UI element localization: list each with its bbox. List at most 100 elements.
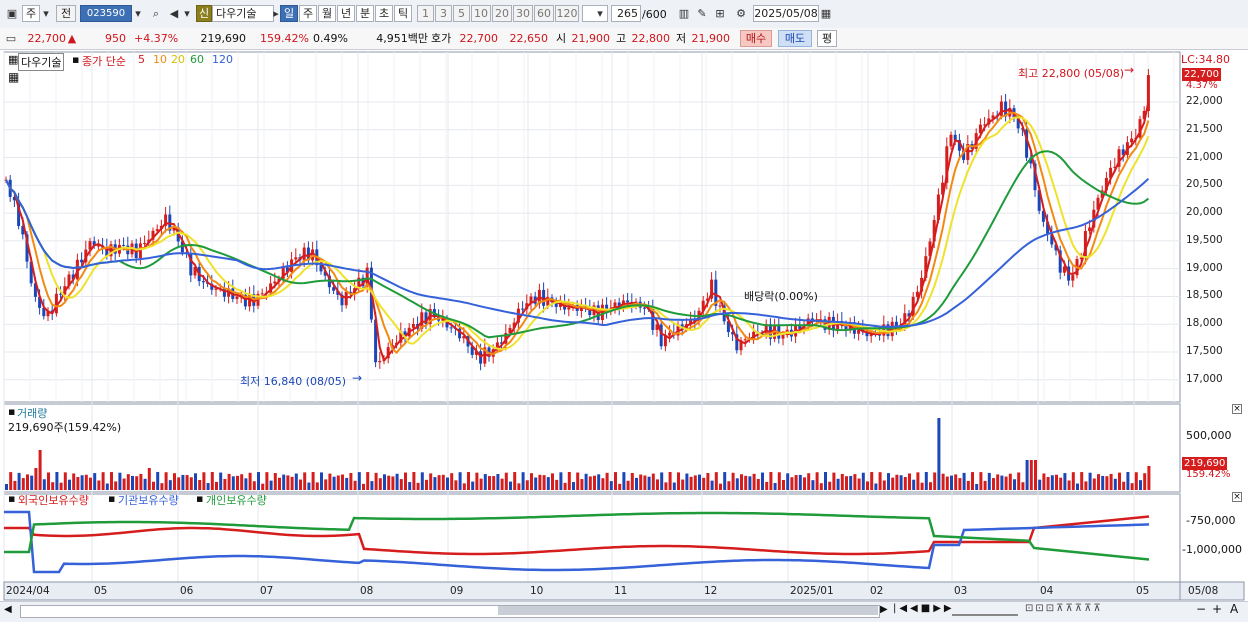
price-up-arrow-icon: ▲ xyxy=(67,32,77,45)
period-tick-tab[interactable]: 틱 xyxy=(394,5,412,22)
volume-bar xyxy=(924,472,928,490)
volume-bar xyxy=(93,473,97,490)
market-select[interactable]: 주 xyxy=(22,5,40,22)
panel-icon[interactable]: ▦ xyxy=(8,53,18,66)
period-minute-tab[interactable]: 분 xyxy=(356,5,374,22)
volume-bar xyxy=(307,482,311,490)
interval-3-button[interactable]: 3 xyxy=(435,5,452,22)
period-daily-tab[interactable]: 일 xyxy=(280,5,298,22)
chevron-down-icon[interactable]: ▸ xyxy=(272,5,280,22)
stock-code-input[interactable]: 023590 xyxy=(80,5,132,22)
chevron-down-icon[interactable]: ▾ xyxy=(132,5,144,22)
period-weekly-tab[interactable]: 주 xyxy=(299,5,317,22)
volume-bar xyxy=(660,472,664,490)
zoom-in-button[interactable]: + xyxy=(1212,602,1222,616)
close-holdings-panel-icon[interactable]: × xyxy=(1232,492,1242,502)
volume-bar xyxy=(471,481,475,490)
speaker-icon[interactable]: ◀ xyxy=(166,5,182,22)
scroll-left-icon[interactable]: ◀ xyxy=(4,604,12,615)
interval-30-button[interactable]: 30 xyxy=(513,5,533,22)
volume-bar xyxy=(51,482,55,490)
volume-bar xyxy=(479,478,483,490)
candle-type-icon[interactable]: ▥ xyxy=(676,5,692,22)
chevron-down-icon[interactable]: ▾ xyxy=(594,5,606,22)
interval-1-button[interactable]: 1 xyxy=(417,5,434,22)
volume-ratio: 159.42% xyxy=(260,32,309,45)
volume-bar xyxy=(236,475,239,490)
settings-gear-icon[interactable]: ⚙ xyxy=(733,5,749,22)
volume-bar xyxy=(941,473,945,490)
volume-bar xyxy=(521,472,525,490)
volume-bar xyxy=(794,475,798,490)
volume-bar xyxy=(84,474,88,490)
volume-bar xyxy=(790,477,794,490)
scroll-right-icon[interactable]: ▶ xyxy=(880,604,888,615)
volume-bar xyxy=(416,482,420,490)
volume-bar xyxy=(601,478,605,490)
volume-bar xyxy=(723,472,727,490)
chevron-down-icon[interactable]: ▾ xyxy=(182,5,192,22)
holdings-ytick-2: -1,000,000 xyxy=(1182,543,1242,556)
stock-name-field[interactable]: 다우기술 xyxy=(212,5,274,22)
hoga-label: 호가 xyxy=(431,32,452,45)
volume-bar xyxy=(672,482,676,490)
volume-bar xyxy=(576,472,580,490)
expand-icon[interactable]: ▭ xyxy=(3,30,19,47)
volume-bar xyxy=(530,473,533,490)
search-icon[interactable]: ⌕ xyxy=(148,5,164,22)
period-second-tab[interactable]: 초 xyxy=(375,5,393,22)
interval-20-button[interactable]: 20 xyxy=(492,5,512,22)
auto-scale-button[interactable]: A xyxy=(1230,602,1238,616)
drawing-tool-icon[interactable]: ✎ xyxy=(694,5,710,22)
interval-60-button[interactable]: 60 xyxy=(534,5,554,22)
volume-bar xyxy=(30,475,34,490)
zoom-out-button[interactable]: − xyxy=(1196,602,1206,616)
price-change: 950 xyxy=(105,32,126,45)
volume-bar xyxy=(1021,482,1025,490)
x-axis-label: 10 xyxy=(530,585,544,597)
volume-bar xyxy=(1147,466,1151,490)
interval-5-button[interactable]: 5 xyxy=(453,5,470,22)
volume-bar xyxy=(332,476,336,490)
lc-label: LC:34.80 xyxy=(1181,53,1231,66)
volume-bar xyxy=(840,473,844,490)
volume-bar xyxy=(303,472,307,490)
individual-holdings-label: 개인보유수량 xyxy=(206,494,267,507)
interval-10-button[interactable]: 10 xyxy=(471,5,491,22)
calendar-icon[interactable]: ▦ xyxy=(818,5,834,22)
interval-120-button[interactable]: 120 xyxy=(555,5,579,22)
price-current: 22,700 xyxy=(27,32,67,45)
zoom-fit-icon[interactable]: ⊞ xyxy=(712,5,728,22)
menu-icon[interactable]: ▣ xyxy=(4,5,20,22)
volume-bar xyxy=(504,472,508,490)
volume-bar xyxy=(59,482,63,490)
display-count-input[interactable]: 265 xyxy=(611,5,641,22)
evaluation-button[interactable]: 평 xyxy=(817,30,837,47)
sell-button[interactable]: 매도 xyxy=(778,30,812,47)
ma-label: 종가 단순 xyxy=(82,55,126,68)
volume-bar xyxy=(693,475,697,490)
chevron-down-icon[interactable]: ▾ xyxy=(40,5,52,22)
high-note: 최고 22,800 (05/08) xyxy=(1018,67,1125,80)
date-input[interactable]: 2025/05/08 xyxy=(753,5,819,22)
volume-bar xyxy=(996,474,1000,490)
period-monthly-tab[interactable]: 월 xyxy=(318,5,336,22)
volume-legend-icon: ▪ xyxy=(8,405,16,418)
volume-bar xyxy=(555,479,559,490)
buy-button[interactable]: 매수 xyxy=(740,30,772,47)
zoom-slider[interactable] xyxy=(952,604,1018,616)
volume-bar xyxy=(387,475,391,490)
chart-canvas[interactable] xyxy=(0,50,1248,602)
scrollbar-thumb[interactable] xyxy=(498,606,878,615)
volume-bar xyxy=(189,477,193,490)
drawing-tools-icons[interactable]: ⊡⊡⊡⊼⊼⊼⊼⊼ xyxy=(1025,603,1103,614)
grid-toggle-icon[interactable]: ▦ xyxy=(8,70,19,84)
prev-button[interactable]: 전 xyxy=(56,5,76,22)
playback-controls[interactable]: |◀◀■▶▶ xyxy=(893,603,955,614)
volume-bar xyxy=(849,475,853,490)
volume-bar xyxy=(135,476,139,490)
candle-body xyxy=(273,281,277,284)
period-yearly-tab[interactable]: 년 xyxy=(337,5,355,22)
close-volume-panel-icon[interactable]: × xyxy=(1232,404,1242,414)
volume-bar xyxy=(630,472,634,490)
